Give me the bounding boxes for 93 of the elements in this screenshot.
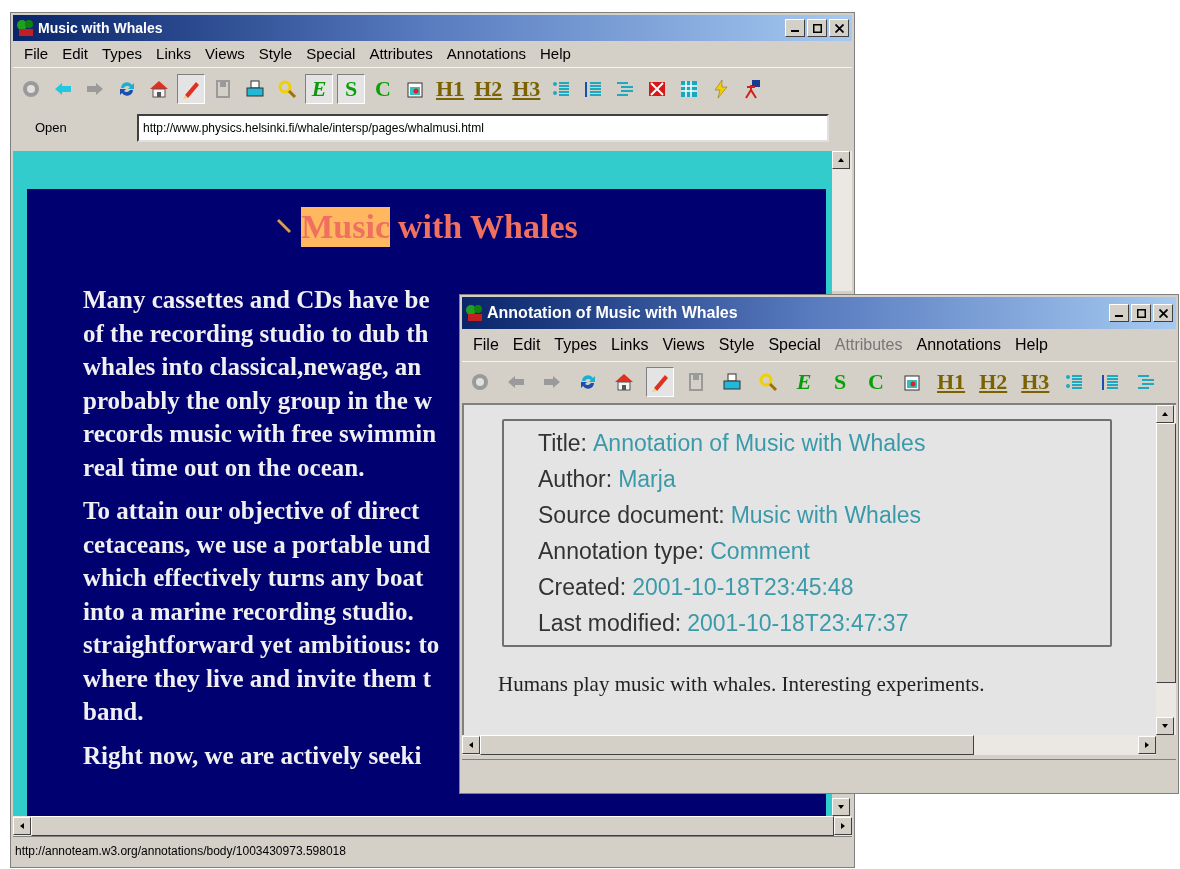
horizontal-scrollbar[interactable] [462,735,1156,755]
menu-item[interactable]: Annotations [439,42,533,66]
scroll-down-button[interactable] [832,798,850,816]
paragraph-line: Right now, we are actively seeki [83,740,422,771]
triangle-right-icon [841,823,845,829]
minimize-button[interactable] [1109,304,1129,322]
heading-button[interactable]: H3 [509,73,544,104]
paragraph-line: probably the only group in the w [83,385,433,416]
paragraph-line: To attain our objective of direct [83,496,420,526]
scroll-left-button[interactable] [13,817,31,835]
menu-item[interactable]: Special [299,42,363,66]
menu-item[interactable]: Types [95,42,150,66]
paragraph-line: where they live and invite them t [83,663,432,694]
close-icon [1158,308,1168,318]
maximize-button[interactable] [807,19,827,37]
close-button[interactable] [1153,304,1173,322]
field-label: Created: [538,573,627,602]
menu-item[interactable]: Views [198,42,252,66]
triangle-down-icon [1162,724,1168,728]
menu-item[interactable]: Types [547,333,605,357]
maximize-icon [812,23,822,33]
menu-item[interactable]: Style [711,333,762,357]
maximize-button[interactable] [1131,304,1151,322]
menu-item[interactable]: Special [761,333,828,357]
menu-item[interactable]: Help [533,42,578,66]
printer-icon [244,77,266,100]
menu-item[interactable]: File [17,42,56,66]
paragraph-line: which effectively turns any boat [83,563,424,593]
paragraph-line: of the recording studio to dub th [83,318,429,349]
menu-item[interactable]: Edit [55,42,96,66]
triangle-left-icon [469,742,473,748]
vertical-scrollbar[interactable] [1156,405,1176,735]
triangle-up-icon [1162,412,1168,416]
scroll-down-button[interactable] [1156,717,1174,735]
scrollbar-thumb[interactable] [480,735,974,755]
menu-item[interactable]: File [466,333,506,357]
address-label: Open [34,119,68,138]
field-label: Author: [538,465,613,494]
window-title: Annotation of Music with Whales [487,303,738,323]
paragraph-line: records music with free swimmin [83,419,437,449]
printer-icon [721,370,743,393]
menu-item[interactable]: Style [251,42,300,66]
heading-button[interactable]: H2 [471,73,506,104]
scroll-up-button[interactable] [832,151,850,169]
menu-item[interactable]: Attributes [362,42,440,66]
maximize-icon [1136,308,1146,318]
paragraph-line: cetaceans, we use a portable und [83,529,431,560]
paragraph-line: whales into classical,newage, an [83,352,422,382]
menu-item[interactable]: Links [604,333,656,357]
scroll-right-button[interactable] [834,817,852,835]
app-logo-icon [465,304,485,322]
page-heading: Music [301,207,390,247]
menu-item[interactable]: Help [1007,333,1055,357]
menu-item[interactable]: Edit [505,333,548,357]
toolbar-button[interactable] [646,366,674,397]
field-label: Source document: [538,501,725,530]
heading-button[interactable]: H2 [976,366,1011,397]
heading-button[interactable]: H3 [1018,366,1053,397]
status-bar: http://annoteam.w3.org/annotations/body/1003430973.598018 [13,836,852,865]
minimize-icon [1115,315,1123,317]
scroll-right-button[interactable] [1138,736,1156,754]
paragraph-line: band. [83,697,144,727]
close-button[interactable] [829,19,849,37]
toolbar-button[interactable] [177,73,205,104]
minimize-button[interactable] [785,19,805,37]
close-icon [834,23,844,33]
page-heading: with Whales [398,207,578,247]
paragraph-line: real time out on the ocean. [83,452,365,483]
field-label: Title: [538,429,587,458]
paragraph-line: straightforward yet ambitious: to [83,630,440,660]
field-label: Last modified: [538,609,682,638]
paragraph-line: into a marine recording studio. [83,596,414,627]
window-title: Music with Whales [38,18,163,38]
heading-button[interactable]: H1 [433,73,468,104]
app-logo-icon [16,19,36,37]
scroll-up-button[interactable] [1156,405,1174,423]
triangle-up-icon [838,158,844,162]
url-field[interactable]: http://www.physics.helsinki.fi/whale/intersp/pages/whalmusi.html [137,114,829,142]
menu-item[interactable]: Views [655,333,712,357]
triangle-right-icon [1145,742,1149,748]
field-label: Annotation type: [538,537,705,566]
triangle-down-icon [838,805,844,809]
paragraph-line: Many cassettes and CDs have be [83,285,430,315]
pencil-icon [275,218,294,236]
menu-item[interactable]: Links [149,42,199,66]
annotation-body: Humans play music with whales. Interesting experiments. [498,671,986,698]
scroll-left-button[interactable] [462,736,480,754]
menu-item[interactable]: Annotations [909,333,1008,357]
triangle-left-icon [20,823,24,829]
scrollbar-thumb[interactable] [1156,423,1176,683]
minimize-icon [791,30,799,32]
vertical-scrollbar[interactable] [832,151,852,291]
heading-button[interactable]: H1 [934,366,969,397]
